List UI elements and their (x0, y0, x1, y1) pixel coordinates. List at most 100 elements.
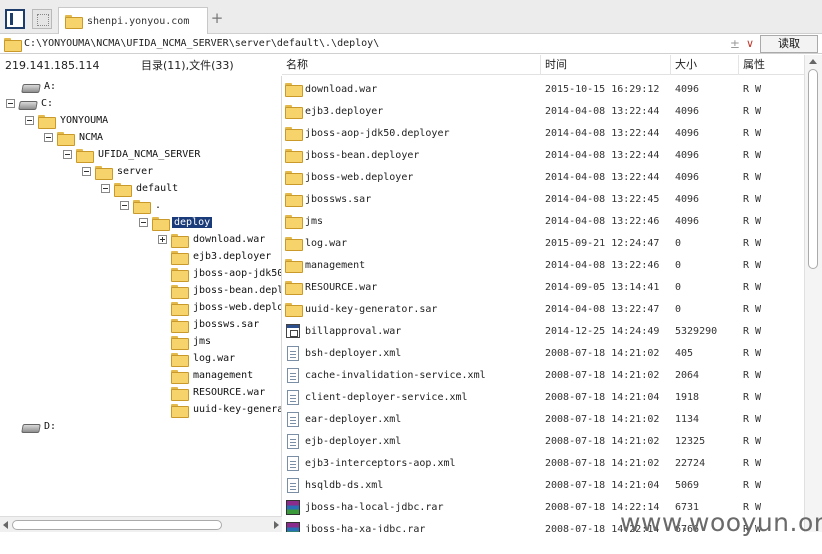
file-attr: R W (743, 215, 762, 227)
vertical-scrollbar[interactable] (804, 55, 822, 532)
file-row[interactable]: ejb3-interceptors-aop.xml 2008-07-18 14:… (282, 452, 804, 474)
folder-icon (285, 149, 303, 163)
tree-node[interactable]: jboss-bean.deployer (158, 282, 281, 299)
tree-node-selected[interactable]: deploy (139, 214, 213, 231)
file-attr: R W (743, 413, 762, 425)
path-input[interactable]: C:\YONYOUMA\NCMA\UFIDA_NCMA_SERVER\serve… (24, 38, 730, 49)
tree-node[interactable]: uuid-key-generator.sar (158, 401, 281, 418)
file-row[interactable]: jboss-web.deployer 2014-04-08 13:22:44 4… (282, 166, 804, 188)
tree-node[interactable]: YONYOUMA (25, 112, 110, 129)
folder-icon (285, 281, 303, 295)
tab-site[interactable]: shenpi.yonyou.com (58, 7, 208, 34)
file-row[interactable]: jms 2014-04-08 13:22:46 4096 R W (282, 210, 804, 232)
file-row[interactable]: client-deployer-service.xml 2008-07-18 1… (282, 386, 804, 408)
file-size: 22724 (675, 457, 706, 469)
file-row[interactable]: uuid-key-generator.sar 2014-04-08 13:22:… (282, 298, 804, 320)
file-name: bsh-deployer.xml (305, 347, 402, 359)
column-name[interactable]: 名称 (282, 54, 541, 75)
tree-node[interactable]: log.war (158, 350, 237, 367)
tree-node[interactable]: . (120, 197, 163, 214)
folder-icon (171, 369, 189, 384)
file-row[interactable]: hsqldb-ds.xml 2008-07-18 14:21:04 5069 R… (282, 474, 804, 496)
file-attr: R W (743, 457, 762, 469)
file-size: 2064 (675, 369, 700, 381)
file-time: 2008-07-18 14:21:02 (545, 435, 660, 447)
file-row[interactable]: management 2014-04-08 13:22:46 0 R W (282, 254, 804, 276)
collapse-icon[interactable] (82, 167, 91, 176)
directory-tree: A: C: YONYOUMA NCMA UFIDA_NCMA_SERVER se… (0, 76, 282, 516)
expand-icon[interactable] (158, 235, 167, 244)
collapse-icon[interactable] (44, 133, 53, 142)
column-attr[interactable]: 属性 (739, 55, 801, 75)
chevron-down-icon[interactable]: ∨ (746, 37, 754, 50)
file-row[interactable]: download.war 2015-10-15 16:29:12 4096 R … (282, 78, 804, 100)
scroll-thumb[interactable] (808, 69, 818, 269)
collapse-icon[interactable] (101, 184, 110, 193)
file-name: cache-invalidation-service.xml (305, 369, 486, 381)
tree-node[interactable]: NCMA (44, 129, 105, 146)
new-window-icon[interactable] (32, 9, 52, 29)
folder-icon (171, 352, 189, 367)
plus-minus-icon[interactable]: ± (730, 37, 740, 51)
collapse-icon[interactable] (25, 116, 34, 125)
folder-icon (171, 233, 189, 248)
scroll-thumb[interactable] (12, 520, 222, 530)
file-row[interactable]: cache-invalidation-service.xml 2008-07-1… (282, 364, 804, 386)
column-size[interactable]: 大小 (671, 54, 739, 75)
collapse-icon[interactable] (139, 218, 148, 227)
tree-node[interactable]: RESOURCE.war (158, 384, 267, 401)
file-attr: R W (743, 369, 762, 381)
file-name: jboss-bean.deployer (305, 149, 420, 161)
read-button[interactable]: 读取 (760, 34, 818, 53)
file-row[interactable]: ejb-deployer.xml 2008-07-18 14:21:02 123… (282, 430, 804, 452)
file-size: 0 (675, 259, 682, 271)
panel-toggle-icon[interactable] (5, 9, 25, 29)
tree-node-label: jboss-aop-jdk50.deployer (193, 268, 282, 279)
tree-node[interactable]: management (158, 367, 255, 384)
file-name: ear-deployer.xml (305, 413, 402, 425)
file-name: jboss-web.deployer (305, 171, 414, 183)
file-row[interactable]: log.war 2015-09-21 12:24:47 0 R W (282, 232, 804, 254)
tree-node[interactable]: download.war (158, 231, 267, 248)
tree-node[interactable]: jbossws.sar (158, 316, 261, 333)
file-row[interactable]: jboss-bean.deployer 2014-04-08 13:22:44 … (282, 144, 804, 166)
file-row[interactable]: bsh-deployer.xml 2008-07-18 14:21:02 405… (282, 342, 804, 364)
file-row[interactable]: ear-deployer.xml 2008-07-18 14:21:02 113… (282, 408, 804, 430)
tree-node[interactable]: D: (22, 418, 58, 435)
scroll-left-icon[interactable] (3, 521, 8, 529)
tree-node-label: jms (193, 336, 212, 347)
file-name: ejb3.deployer (305, 105, 384, 117)
scroll-right-icon[interactable] (274, 521, 279, 529)
left-info-bar: 219.141.185.114 目录(11),文件(33) (0, 55, 282, 75)
file-row[interactable]: jboss-aop-jdk50.deployer 2014-04-08 13:2… (282, 122, 804, 144)
folder-icon (171, 335, 189, 350)
tree-node[interactable]: A: (22, 78, 58, 95)
tree-node[interactable]: ejb3.deployer (158, 248, 273, 265)
scroll-up-icon[interactable] (809, 59, 817, 64)
file-size: 4096 (675, 149, 700, 161)
tree-node-label: jboss-bean.deployer (193, 285, 281, 296)
folder-icon (171, 284, 189, 299)
tree-node[interactable]: jboss-aop-jdk50.deployer (158, 265, 282, 282)
collapse-icon[interactable] (120, 201, 129, 210)
file-name: ejb3-interceptors-aop.xml (305, 457, 456, 469)
file-row[interactable]: billapproval.war 2014-12-25 14:24:49 532… (282, 320, 804, 342)
collapse-icon[interactable] (6, 99, 15, 108)
column-time[interactable]: 时间 (541, 54, 671, 75)
file-row[interactable]: jbossws.sar 2014-04-08 13:22:45 4096 R W (282, 188, 804, 210)
folder-icon (171, 403, 189, 418)
tree-node[interactable]: server (82, 163, 155, 180)
tree-node[interactable]: jboss-web.deployer (158, 299, 281, 316)
file-size: 4096 (675, 171, 700, 183)
horizontal-scrollbar[interactable] (0, 516, 282, 532)
file-attr: R W (743, 303, 762, 315)
tree-node[interactable]: UFIDA_NCMA_SERVER (63, 146, 202, 163)
file-row[interactable]: RESOURCE.war 2014-09-05 13:14:41 0 R W (282, 276, 804, 298)
file-name: jboss-aop-jdk50.deployer (305, 127, 450, 139)
tree-node[interactable]: default (101, 180, 180, 197)
tree-node[interactable]: jms (158, 333, 213, 350)
collapse-icon[interactable] (63, 150, 72, 159)
add-tab-button[interactable]: + (210, 9, 224, 27)
tree-node[interactable]: C: (6, 95, 55, 112)
file-row[interactable]: ejb3.deployer 2014-04-08 13:22:44 4096 R… (282, 100, 804, 122)
